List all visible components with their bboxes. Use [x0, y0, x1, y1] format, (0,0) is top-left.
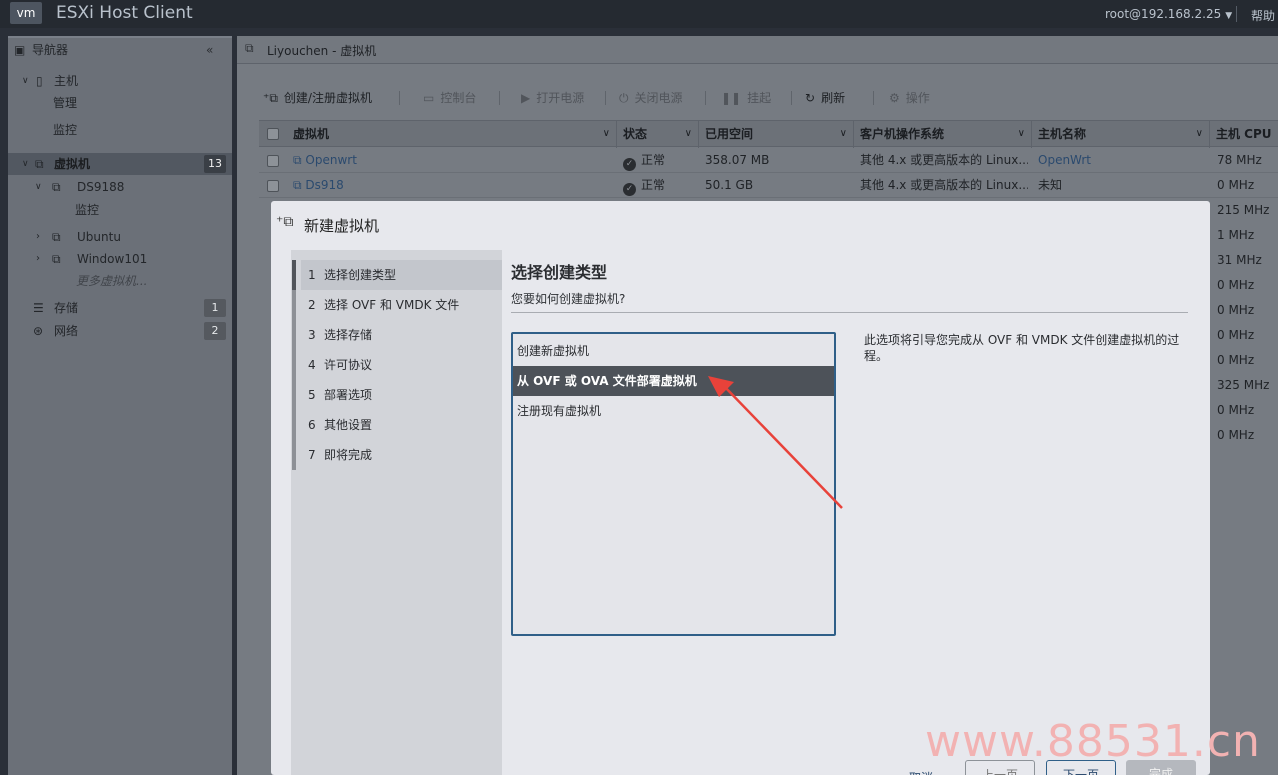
watermark: www.88531.cn [925, 716, 1261, 767]
annotation-arrow [708, 376, 843, 509]
arrow-shaft [721, 383, 843, 509]
